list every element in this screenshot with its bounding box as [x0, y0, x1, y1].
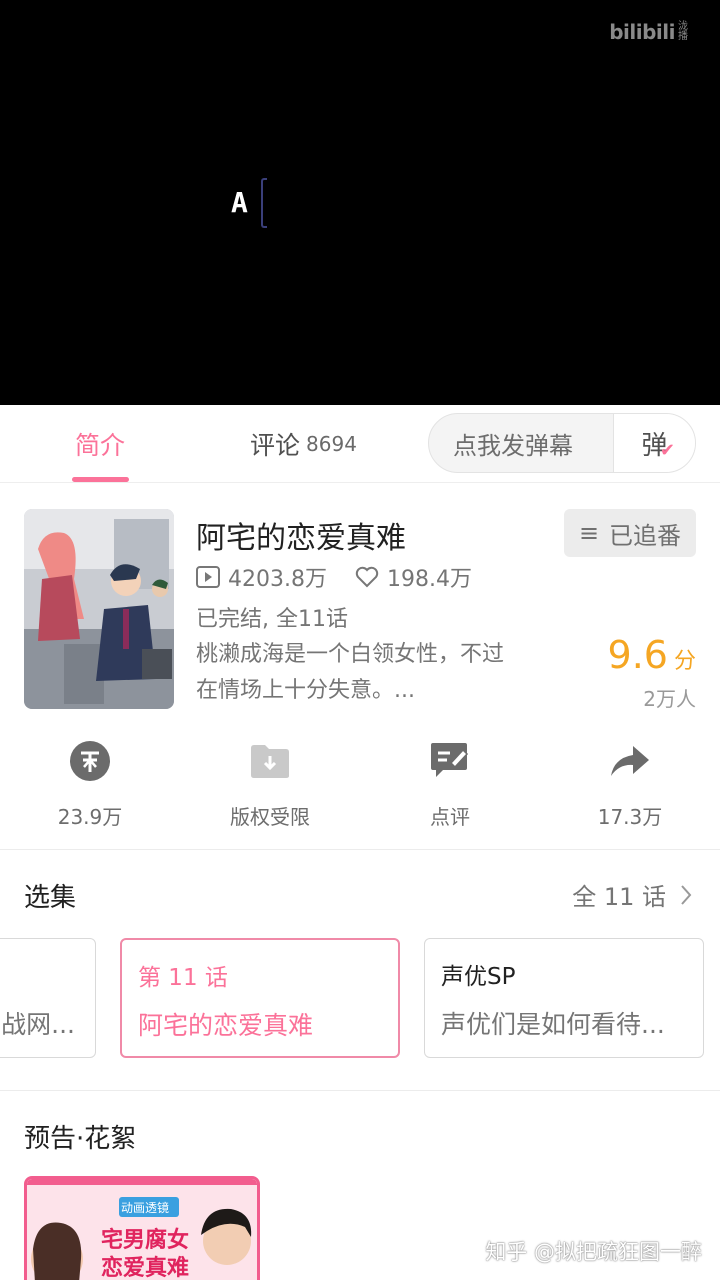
show-status: 已完结, 全11话 [196, 607, 348, 632]
video-player[interactable]: bilibili 泷播 A [0, 0, 720, 405]
danmaku-toggle-button[interactable]: 弹 ✔ [613, 414, 695, 472]
show-description[interactable]: 桃濑成海是一个白领女性，不过 在情场上十分失意。... [196, 637, 556, 709]
logo-sub-text: 泷播 [678, 21, 688, 42]
download-label: 版权受限 [230, 805, 310, 829]
score-value: 9.6 [607, 633, 668, 677]
danmaku-input[interactable]: 点我发弹幕 [429, 426, 613, 461]
likes-count: 198.4万 [386, 567, 472, 592]
tab-active-indicator [72, 477, 129, 482]
subtitle-bracket [261, 178, 267, 228]
show-info: 阿宅的恋爱真难 ≡ 已追番 4203.8万 198.4万 已完结, 全11话 桃… [0, 483, 720, 849]
episode-number: 第 11 话 [138, 965, 228, 991]
show-score: 9.6 分 [608, 633, 696, 677]
trailer-thumbnail[interactable]: 动画透镜 宅男腐女 恋爱真难 [24, 1176, 260, 1280]
episodes-all-label: 全 11 话 [572, 883, 666, 911]
score-unit: 分 [673, 649, 696, 674]
zhihu-watermark: 知乎 @拟把疏狂图一醉 [485, 1240, 702, 1264]
share-button[interactable]: 17.3万 [540, 739, 720, 830]
tab-comments[interactable]: 评论 8694 [250, 405, 357, 483]
raters-count: 2万人 [643, 687, 696, 711]
bilibili-logo: bilibili 泷播 [609, 20, 690, 44]
thumb-text: 动画透镜 [121, 1200, 169, 1215]
show-stats: 4203.8万 198.4万 [196, 561, 472, 593]
episodes-all-button[interactable]: 全 11 话 [572, 877, 692, 912]
episode-card[interactable]: 声优SP 声优们是如何看待... [424, 938, 704, 1058]
episode-subtitle: 阿宅的恋爱真难 [138, 1011, 314, 1040]
episode-card[interactable]: 战网... [0, 938, 96, 1058]
chevron-right-icon [681, 884, 692, 905]
tab-intro[interactable]: 简介 [75, 405, 125, 483]
action-bar: 23.9万 版权受限 点评 17.3万 [0, 739, 720, 839]
share-count: 17.3万 [597, 805, 663, 829]
coin-icon [69, 739, 111, 783]
episode-card-active[interactable]: 第 11 话 阿宅的恋爱真难 [120, 938, 400, 1058]
trailers-title: 预告·花絮 [24, 1124, 137, 1154]
coin-count: 23.9万 [57, 805, 123, 829]
share-icon [609, 739, 651, 783]
section-divider [0, 849, 720, 850]
thumb-text: 宅男腐女 [101, 1227, 189, 1253]
show-title: 阿宅的恋爱真难 [196, 521, 406, 556]
episode-subtitle: 声优们是如何看待... [441, 1010, 665, 1039]
check-icon: ✔ [659, 440, 675, 461]
episode-subtitle: 战网... [1, 1010, 75, 1039]
follow-label: 已追番 [609, 521, 682, 550]
follow-button[interactable]: ≡ 已追番 [564, 509, 696, 557]
download-button[interactable]: 版权受限 [180, 739, 360, 830]
tab-bar: 简介 评论 8694 点我发弹幕 弹 ✔ [0, 405, 720, 483]
review-label: 点评 [430, 805, 470, 829]
episode-number: 声优SP [441, 964, 516, 990]
description-line: 在情场上十分失意。... [196, 678, 415, 703]
subtitle-glyph: A [231, 186, 248, 219]
section-divider [0, 1090, 720, 1091]
danmaku-bar: 点我发弹幕 弹 ✔ [428, 413, 696, 473]
review-button[interactable]: 点评 [360, 739, 540, 830]
tab-intro-label: 简介 [75, 431, 126, 460]
description-line: 桃濑成海是一个白领女性，不过 [196, 642, 505, 667]
menu-icon: ≡ [578, 519, 600, 547]
heart-icon [355, 566, 379, 588]
thumb-text: 恋爱真难 [101, 1255, 189, 1280]
download-folder-icon [250, 739, 290, 783]
views-count: 4203.8万 [228, 567, 327, 592]
tab-comments-label: 评论 [250, 431, 301, 460]
episodes-title: 选集 [24, 883, 77, 913]
show-cover-image[interactable] [24, 509, 174, 709]
logo-text: bilibili [609, 20, 675, 44]
coin-button[interactable]: 23.9万 [0, 739, 180, 830]
review-icon [429, 739, 471, 783]
play-count-icon [196, 566, 220, 588]
comments-count: 8694 [306, 432, 357, 456]
